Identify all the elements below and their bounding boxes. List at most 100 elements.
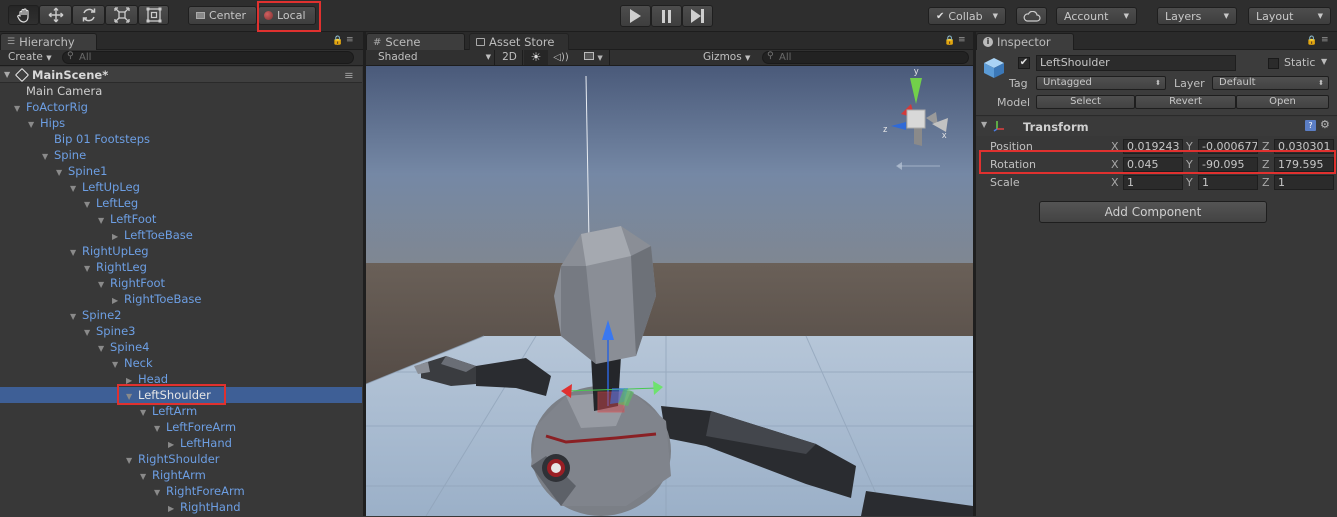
hierarchy-item[interactable]: ▼ LeftFoot [0, 211, 362, 227]
local-space-toggle[interactable]: Local [258, 6, 316, 25]
tag-dropdown[interactable]: Untagged ⬍ [1036, 76, 1166, 90]
hierarchy-item[interactable]: ▶ RightHand [0, 499, 362, 515]
scene-search-input[interactable]: ⚲ All [762, 51, 969, 64]
scene-header-row[interactable]: ▼ MainScene* ≡ [0, 67, 362, 83]
collab-dropdown[interactable]: ✔ Collab ▼ [928, 7, 1006, 25]
play-button[interactable] [620, 5, 651, 27]
lighting-toggle[interactable]: ☀ [524, 50, 548, 65]
y-axis-label[interactable]: Y [1186, 176, 1193, 189]
hierarchy-item[interactable]: ▼ Spine1 [0, 163, 362, 179]
tab-asset-store[interactable]: Asset Store [469, 33, 569, 50]
position-x-field[interactable]: 0.019243 [1123, 139, 1183, 154]
z-axis-label[interactable]: Z [1262, 158, 1270, 171]
step-button[interactable] [682, 5, 713, 27]
scene-menu-icon[interactable]: ≡ [344, 67, 354, 83]
x-axis-label[interactable]: X [1111, 140, 1119, 153]
hierarchy-item[interactable]: ▼ RightFoot [0, 275, 362, 291]
hierarchy-item[interactable]: ▼ LeftArm [0, 403, 362, 419]
hierarchy-item[interactable]: Main Camera [0, 83, 362, 99]
static-dropdown-arrow-icon[interactable]: ▼ [1321, 57, 1327, 66]
gear-icon[interactable]: ⚙ [1320, 118, 1330, 131]
lock-icon[interactable]: 🔒 [1306, 36, 1317, 46]
x-axis-label[interactable]: X [1111, 176, 1119, 189]
rotate-tool-button[interactable] [72, 5, 105, 25]
shading-mode-dropdown[interactable]: Shaded ▼ [366, 50, 495, 65]
z-axis-label[interactable]: Z [1262, 140, 1270, 153]
hierarchy-item[interactable]: ▼ RightForeArm [0, 483, 362, 499]
hierarchy-item[interactable]: ▼ LeftLeg [0, 195, 362, 211]
scale-tool-button[interactable] [105, 5, 138, 25]
transform-header[interactable]: ▼ Transform ? ⚙ [976, 117, 1337, 136]
hierarchy-item[interactable]: ▼ LeftForeArm [0, 419, 362, 435]
pivot-center-toggle[interactable]: Center [188, 6, 257, 25]
hierarchy-item[interactable]: ▼ LeftUpLeg [0, 179, 362, 195]
collapse-arrow-icon[interactable]: ▶ [168, 501, 180, 517]
transform-row-label[interactable]: Rotation [990, 158, 1036, 171]
expand-arrow-icon[interactable]: ▼ [981, 120, 987, 129]
audio-toggle[interactable]: ◁)) [549, 50, 573, 65]
scene-viewport[interactable]: y x z [366, 66, 973, 516]
account-dropdown[interactable]: Account ▼ [1056, 7, 1137, 25]
hierarchy-item[interactable]: ▼ RightUpLeg [0, 243, 362, 259]
y-axis-label[interactable]: Y [1186, 158, 1193, 171]
pause-button[interactable] [651, 5, 682, 27]
hierarchy-item[interactable]: ▼ Spine [0, 147, 362, 163]
tab-inspector[interactable]: i Inspector [976, 33, 1074, 50]
hierarchy-item[interactable]: ▶ Head [0, 371, 362, 387]
transform-row-label[interactable]: Scale [990, 176, 1020, 189]
lock-icon[interactable]: 🔒 [944, 36, 955, 46]
hierarchy-item[interactable]: ▶ LeftToeBase [0, 227, 362, 243]
transform-row-label[interactable]: Position [990, 140, 1033, 153]
layer-dropdown[interactable]: Default ⬍ [1212, 76, 1329, 90]
create-dropdown[interactable]: Create ▼ [8, 51, 52, 63]
panel-menu-icon[interactable]: ≡ [958, 35, 966, 45]
add-component-button[interactable]: Add Component [1039, 201, 1267, 223]
z-axis-label[interactable]: Z [1262, 176, 1270, 189]
hierarchy-item[interactable]: ▶ RightToeBase [0, 291, 362, 307]
object-name-field[interactable]: LeftShoulder [1036, 55, 1236, 71]
effects-dropdown[interactable]: ▼ [574, 50, 610, 65]
position-z-field[interactable]: 0.030301 [1274, 139, 1334, 154]
hierarchy-search-input[interactable]: ⚲ All [62, 51, 354, 64]
gizmos-dropdown[interactable]: Gizmos ▼ [702, 50, 759, 65]
hierarchy-item[interactable]: ▼ Hips [0, 115, 362, 131]
active-checkbox[interactable]: ✔ [1018, 57, 1030, 69]
static-checkbox[interactable] [1268, 58, 1279, 69]
model-revert-button[interactable]: Revert [1135, 95, 1236, 109]
scale-z-field[interactable]: 1 [1274, 175, 1334, 190]
help-book-icon[interactable]: ? [1305, 120, 1316, 131]
rotation-z-field[interactable]: 179.595 [1274, 157, 1334, 172]
rotation-x-field[interactable]: 0.045 [1123, 157, 1183, 172]
model-open-button[interactable]: Open [1236, 95, 1329, 109]
tab-scene[interactable]: # Scene [366, 33, 465, 50]
model-select-button[interactable]: Select [1036, 95, 1135, 109]
hierarchy-item[interactable]: ▶ LeftHand [0, 435, 362, 451]
y-axis-label[interactable]: Y [1186, 140, 1193, 153]
position-y-field[interactable]: -0.000677 [1198, 139, 1258, 154]
expand-arrow-icon[interactable]: ▼ [4, 67, 10, 83]
layers-dropdown[interactable]: Layers ▼ [1157, 7, 1237, 25]
hierarchy-item[interactable]: ▼ RightShoulder [0, 451, 362, 467]
move-tool-button[interactable] [39, 5, 72, 25]
cloud-button[interactable] [1016, 7, 1047, 25]
hand-tool-button[interactable] [8, 5, 39, 25]
lock-icon[interactable]: 🔒 [332, 36, 343, 46]
hierarchy-item[interactable]: ▼ Spine3 [0, 323, 362, 339]
rotation-y-field[interactable]: -90.095 [1198, 157, 1258, 172]
hierarchy-item[interactable]: ▼ RightLeg [0, 259, 362, 275]
hierarchy-item[interactable]: Bip 01 Footsteps [0, 131, 362, 147]
layout-dropdown[interactable]: Layout ▼ [1248, 7, 1331, 25]
panel-menu-icon[interactable]: ≡ [1321, 35, 1329, 45]
hierarchy-item[interactable]: ▼ FoActorRig [0, 99, 362, 115]
hierarchy-item[interactable]: ▼ Neck [0, 355, 362, 371]
2d-mode-toggle[interactable]: 2D [497, 50, 523, 65]
scale-x-field[interactable]: 1 [1123, 175, 1183, 190]
panel-menu-icon[interactable]: ≡ [346, 35, 354, 45]
x-axis-label[interactable]: X [1111, 158, 1119, 171]
hierarchy-item[interactable]: ▼ Spine2 [0, 307, 362, 323]
hierarchy-item[interactable]: ▼ LeftShoulder [0, 387, 362, 403]
tab-hierarchy[interactable]: ☰ Hierarchy [0, 33, 97, 50]
rect-tool-button[interactable] [138, 5, 169, 25]
hierarchy-item[interactable]: ▼ RightArm [0, 467, 362, 483]
hierarchy-item[interactable]: ▼ Spine4 [0, 339, 362, 355]
